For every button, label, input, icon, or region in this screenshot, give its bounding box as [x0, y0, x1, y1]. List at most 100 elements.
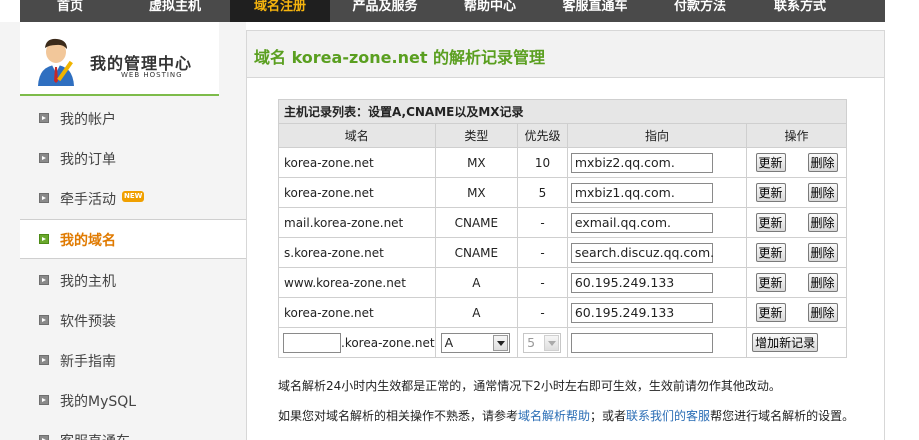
add-record-button[interactable]: 增加新记录	[752, 333, 819, 352]
record-domain: korea-zone.net	[278, 177, 436, 208]
arrow-bullet-icon	[39, 315, 49, 325]
record-type: A	[434, 297, 519, 328]
table-row: mail.korea-zone.net CNAME - exmail.qq.co…	[278, 207, 847, 238]
note-help-suffix: 帮您进行域名解析的设置。	[710, 409, 855, 423]
sidebar-item-my-domains[interactable]: 我的域名	[20, 219, 246, 259]
table-header-row: 域名 类型 优先级 指向 操作	[278, 123, 847, 148]
sidebar-item-label: 牵手活动	[60, 192, 116, 208]
domain-suffix: .korea-zone.net	[341, 335, 435, 350]
record-target-input[interactable]: 60.195.249.133	[570, 272, 713, 293]
sidebar-item-support[interactable]: 客服直通车	[20, 421, 246, 440]
sidebar: 我的管理中心 WEB HOSTING 我的帐户 我的订单 牵手活动 NEW 我的…	[0, 22, 246, 440]
col-header-priority: 优先级	[517, 123, 568, 148]
update-button[interactable]: 更新	[755, 153, 786, 172]
nav-virtual-host[interactable]: 虚拟主机	[120, 0, 230, 22]
arrow-bullet-icon	[39, 234, 49, 244]
table-caption-row: 主机记录列表：设置A,CNAME以及MX记录	[278, 99, 847, 124]
type-select[interactable]: A	[440, 332, 510, 353]
sidebar-item-orders[interactable]: 我的订单	[20, 139, 246, 179]
main-panel: 域名 korea-zone.net 的解析记录管理 主机记录列表：设置A,CNA…	[246, 30, 885, 440]
sidebar-item-label: 我的MySQL	[60, 394, 137, 410]
dns-help-link[interactable]: 域名解析帮助	[518, 409, 590, 423]
nav-payment[interactable]: 付款方法	[650, 0, 750, 22]
record-target-input[interactable]: mxbiz2.qq.com.	[570, 152, 713, 173]
sidebar-subtitle: WEB HOSTING	[121, 71, 183, 79]
sidebar-item-label: 软件预装	[60, 314, 116, 330]
sidebar-item-mysql[interactable]: 我的MySQL	[20, 381, 246, 421]
record-domain: mail.korea-zone.net	[278, 207, 436, 238]
col-header-actions: 操作	[746, 123, 847, 148]
update-button[interactable]: 更新	[755, 273, 786, 292]
nav-customer-service[interactable]: 客服直通车	[540, 0, 650, 22]
nav-help[interactable]: 帮助中心	[440, 0, 540, 22]
priority-select[interactable]: 5	[523, 332, 562, 353]
table-row: korea-zone.net MX 10 mxbiz2.qq.com. 更新 删除	[278, 147, 847, 178]
sidebar-item-label: 客服直通车	[60, 431, 130, 440]
sidebar-item-my-hosts[interactable]: 我的主机	[20, 261, 246, 301]
nav-home[interactable]: 首页	[20, 0, 120, 22]
top-nav: 首页 虚拟主机 域名注册 产品及服务 帮助中心 客服直通车 付款方法 联系方式	[20, 0, 885, 22]
update-button[interactable]: 更新	[755, 183, 786, 202]
record-target-input[interactable]: search.discuz.qq.com.	[570, 242, 714, 263]
record-target-input[interactable]: mxbiz1.qq.com.	[570, 182, 713, 203]
sidebar-item-software[interactable]: 软件预装	[20, 301, 246, 341]
note-help: 如果您对域名解析的相关操作不熟悉，请参考域名解析帮助；或者联系我们的客服帮您进行…	[278, 407, 854, 424]
arrow-bullet-icon	[39, 275, 49, 285]
record-priority: -	[517, 237, 568, 268]
chevron-down-icon	[492, 334, 508, 351]
type-select-value: A	[444, 334, 454, 350]
sidebar-item-activity[interactable]: 牵手活动 NEW	[20, 179, 246, 219]
record-target-input[interactable]: exmail.qq.com.	[570, 212, 713, 233]
table-row: s.korea-zone.net CNAME - search.discuz.q…	[278, 237, 847, 268]
update-button[interactable]: 更新	[755, 243, 786, 262]
delete-button[interactable]: 删除	[807, 303, 838, 322]
chevron-down-icon	[544, 334, 560, 351]
priority-select-value: 5	[527, 334, 536, 350]
delete-button[interactable]: 删除	[807, 273, 838, 292]
nav-products[interactable]: 产品及服务	[330, 0, 440, 22]
arrow-bullet-icon	[39, 193, 49, 203]
record-priority: -	[517, 267, 568, 298]
note-propagation: 域名解析24小时内生效都是正常的，通常情况下2小时左右即可生效，生效前请勿作其他…	[278, 379, 781, 393]
new-target-input[interactable]	[570, 332, 713, 353]
nav-contact[interactable]: 联系方式	[750, 0, 850, 22]
arrow-bullet-icon	[39, 395, 49, 405]
sidebar-item-label: 新手指南	[60, 354, 116, 370]
note-help-middle: ；或者	[590, 409, 627, 423]
record-domain: www.korea-zone.net	[278, 267, 436, 298]
title-bar: 域名 korea-zone.net 的解析记录管理	[247, 31, 884, 78]
record-priority: 5	[517, 177, 568, 208]
table-row: korea-zone.net A - 60.195.249.133 更新 删除	[278, 297, 847, 328]
table-caption: 主机记录列表：设置A,CNAME以及MX记录	[278, 99, 847, 124]
arrow-bullet-icon	[39, 113, 49, 123]
col-header-target: 指向	[566, 123, 748, 148]
sidebar-item-account[interactable]: 我的帐户	[20, 99, 246, 139]
update-button[interactable]: 更新	[755, 303, 786, 322]
sidebar-item-guide[interactable]: 新手指南	[20, 341, 246, 381]
table-row: www.korea-zone.net A - 60.195.249.133 更新…	[278, 267, 847, 298]
record-type: CNAME	[434, 207, 519, 238]
note-help-prefix: 如果您对域名解析的相关操作不熟悉，请参考	[278, 409, 519, 423]
record-type: MX	[434, 177, 519, 208]
sidebar-item-label: 我的帐户	[60, 112, 116, 128]
nav-domain-register[interactable]: 域名注册	[230, 0, 330, 22]
update-button[interactable]: 更新	[755, 213, 786, 232]
delete-button[interactable]: 删除	[807, 153, 838, 172]
col-header-domain: 域名	[278, 123, 436, 148]
record-priority: 10	[517, 147, 568, 178]
record-domain: korea-zone.net	[278, 297, 436, 328]
col-header-type: 类型	[434, 123, 519, 148]
delete-button[interactable]: 删除	[807, 183, 838, 202]
delete-button[interactable]: 删除	[807, 213, 838, 232]
record-priority: -	[517, 297, 568, 328]
delete-button[interactable]: 删除	[807, 243, 838, 262]
record-type: CNAME	[434, 237, 519, 268]
contact-support-link[interactable]: 联系我们的客服	[626, 409, 710, 423]
user-avatar-icon	[38, 38, 74, 86]
record-target-input[interactable]: 60.195.249.133	[570, 302, 713, 323]
record-domain: s.korea-zone.net	[278, 237, 436, 268]
new-host-input[interactable]	[283, 332, 341, 353]
dns-record-table: 主机记录列表：设置A,CNAME以及MX记录 域名 类型 优先级 指向 操作 k…	[278, 99, 847, 358]
record-type: A	[434, 267, 519, 298]
new-record-row: .korea-zone.net A 5 增加新记录	[278, 327, 847, 358]
